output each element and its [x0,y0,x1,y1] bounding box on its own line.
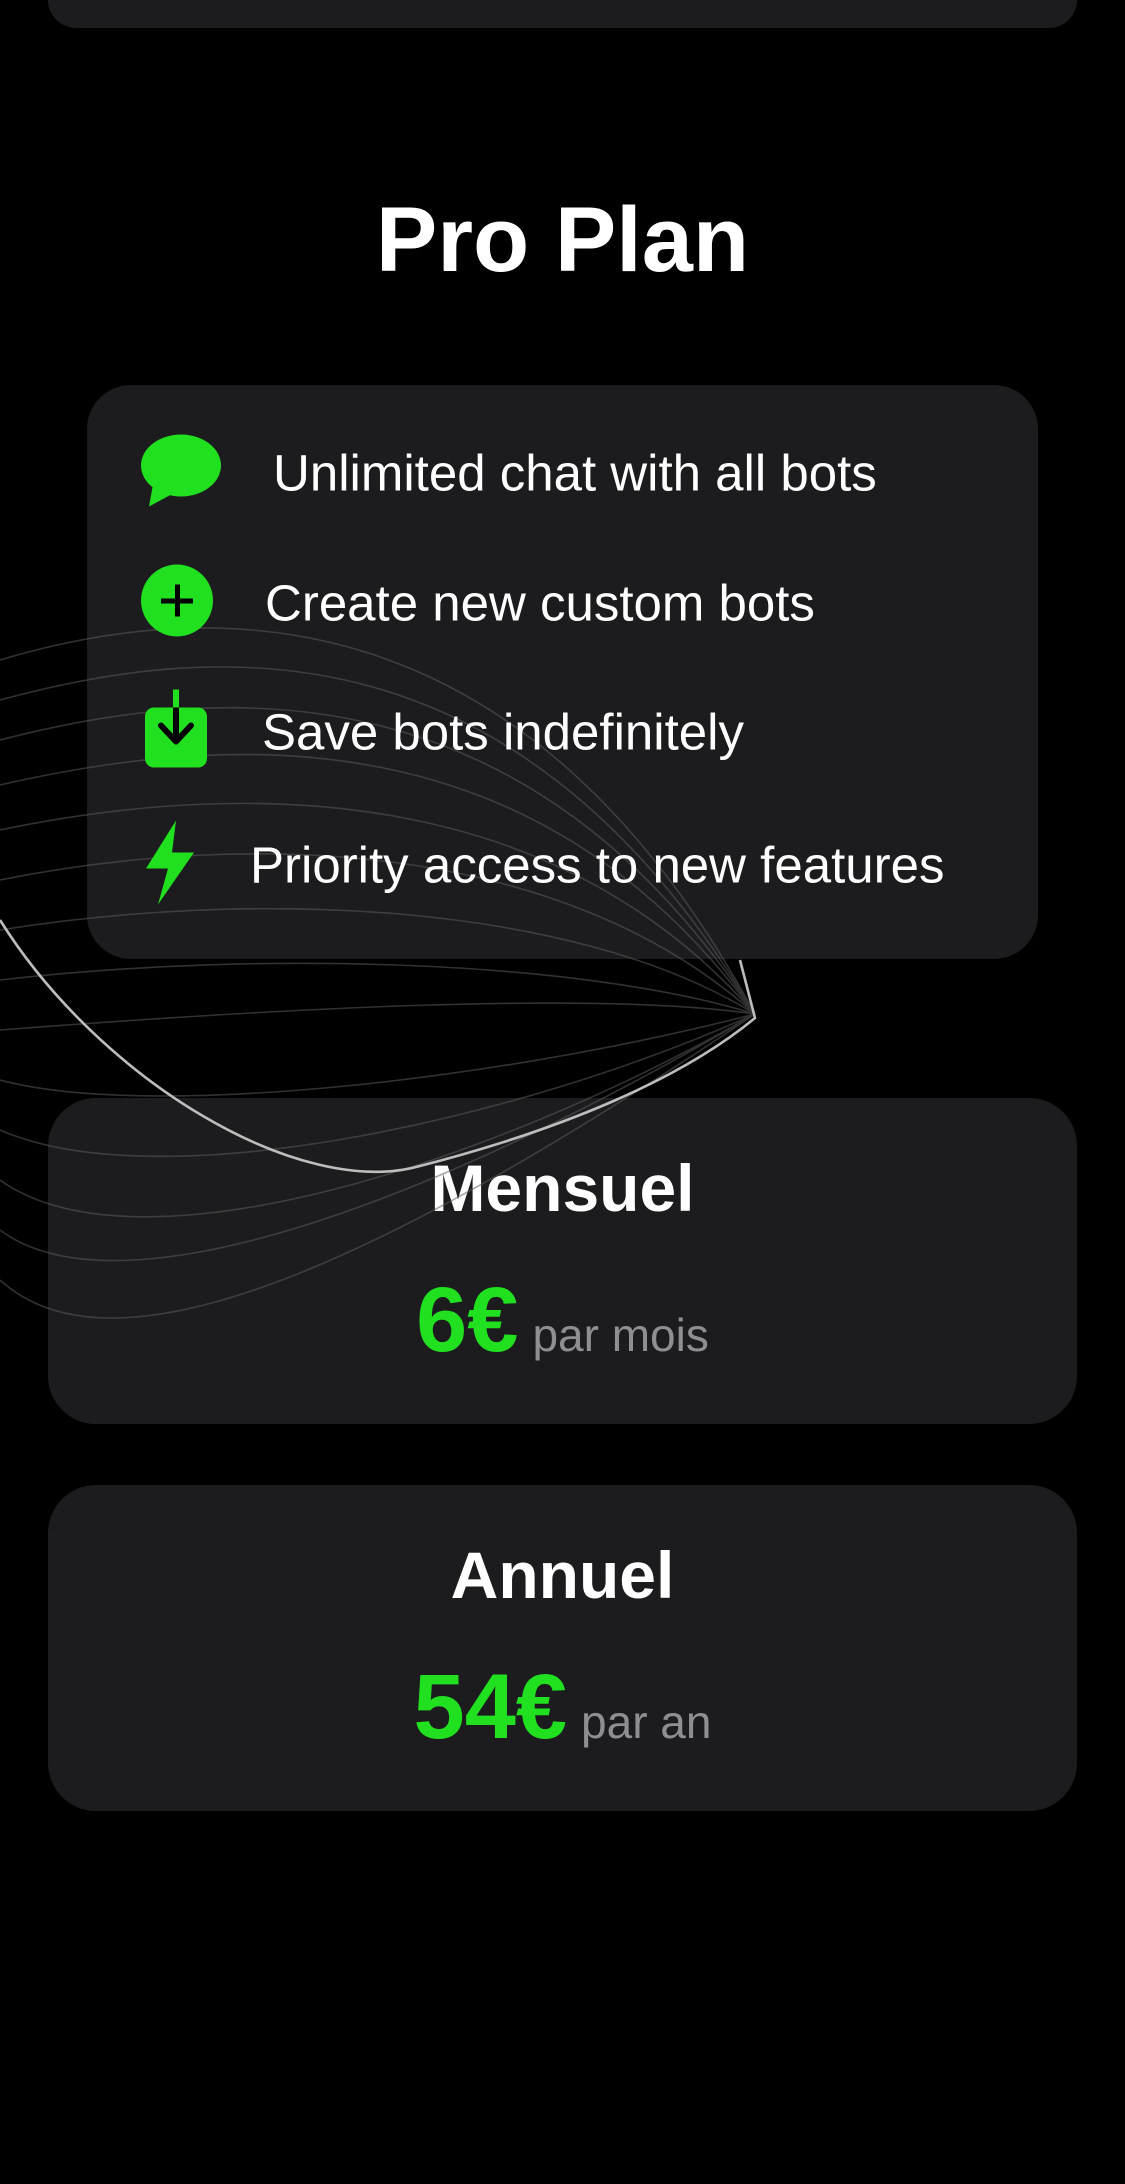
lightning-bolt-icon [142,820,198,910]
previous-card [48,0,1077,28]
plan-price-row: 54€ par an [48,1655,1077,1760]
plan-period: par mois [532,1309,709,1361]
feature-save-bots: Save bots indefinitely [87,682,1038,782]
plan-card-annual[interactable]: Annuel 54€ par an [48,1485,1077,1811]
feature-label: Create new custom bots [265,574,815,632]
plan-name: Mensuel [430,1151,695,1225]
plan-name: Annuel [450,1538,675,1612]
feature-label: Unlimited chat with all bots [273,444,877,502]
feature-label: Priority access to new features [250,836,945,894]
plan-card-monthly[interactable]: Mensuel 6€ par mois [48,1098,1077,1424]
plan-price-row: 6€ par mois [48,1268,1077,1373]
plus-circle-icon [140,564,214,643]
feature-unlimited-chat: Unlimited chat with all bots [87,423,1038,523]
feature-priority-access: Priority access to new features [87,815,1038,915]
download-box-icon [143,689,209,775]
plan-period: par an [581,1696,712,1748]
plan-price: 54€ [413,1656,568,1758]
feature-label: Save bots indefinitely [262,703,744,761]
plan-price: 6€ [416,1269,519,1371]
page-title: Pro Plan [375,189,750,291]
feature-custom-bots: Create new custom bots [87,553,1038,653]
chat-bubble-icon [139,433,223,514]
